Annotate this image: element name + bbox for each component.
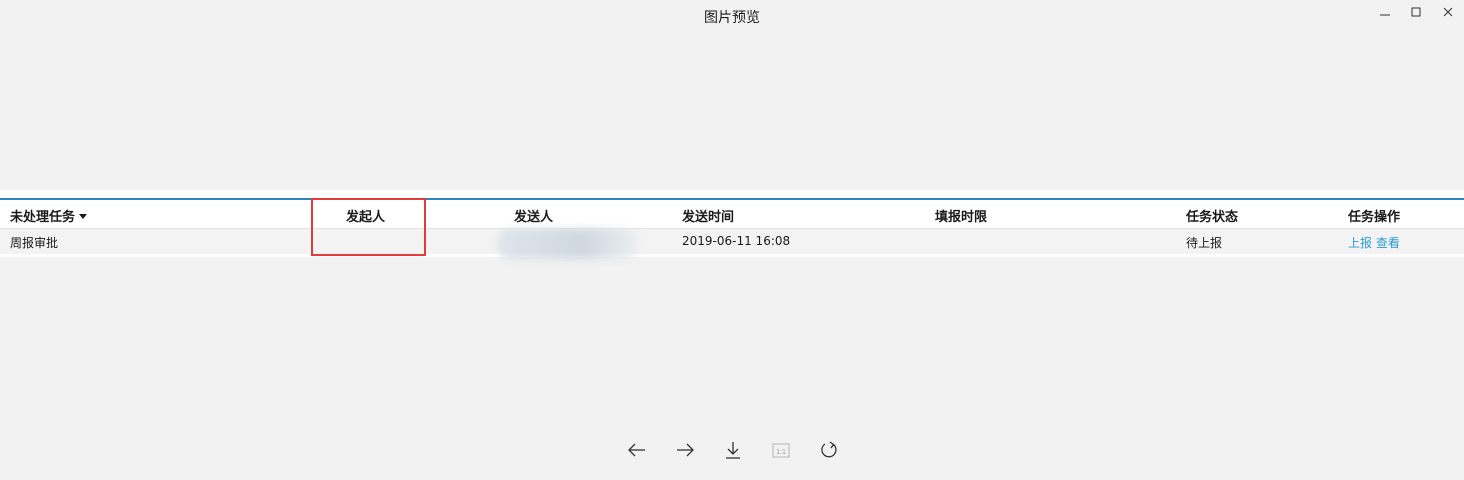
rotate-icon	[819, 440, 839, 460]
report-link[interactable]: 上报	[1348, 236, 1372, 250]
maximize-icon	[1410, 6, 1422, 18]
original-size-button[interactable]: 1:1	[769, 438, 793, 462]
highlight-annotation-box	[311, 198, 426, 256]
cell-send-time: 2019-06-11 16:08	[682, 234, 791, 248]
header-send-time: 发送时间	[682, 210, 735, 225]
cell-task-name: 周报审批	[10, 236, 59, 250]
previous-button[interactable]	[625, 438, 649, 462]
close-button[interactable]	[1430, 0, 1464, 24]
ratio-label: 1:1	[776, 449, 786, 456]
header-task-status: 任务状态	[1186, 210, 1239, 225]
cell-status: 待上报	[1186, 236, 1223, 250]
table-header-row: 未处理任务 发起人 发送人 发送时间 填报时限 任务状态 任务操作	[0, 200, 1464, 229]
window-title: 图片预览	[704, 10, 760, 26]
header-sender: 发送人	[514, 210, 554, 225]
maximize-button[interactable]	[1398, 0, 1434, 24]
view-link[interactable]: 查看	[1376, 236, 1400, 250]
header-unprocessed-tasks: 未处理任务	[10, 206, 88, 225]
redaction-blur	[498, 229, 638, 259]
next-button[interactable]	[673, 438, 697, 462]
cell-actions: 上报 查看	[1348, 234, 1400, 251]
header-label: 未处理任务	[10, 210, 76, 225]
preview-toolbar: 1:1	[620, 438, 850, 462]
rotate-button[interactable]	[817, 438, 841, 462]
close-icon	[1442, 6, 1454, 18]
caret-down-icon	[79, 214, 88, 219]
download-button[interactable]	[721, 438, 745, 462]
original-size-icon: 1:1	[771, 440, 791, 460]
arrow-right-icon	[675, 440, 695, 460]
minimize-icon	[1379, 6, 1391, 18]
title-bar: 图片预览	[0, 0, 1464, 32]
table-row: 周报审批 2019-06-11 16:08 待上报 上报 查看	[0, 229, 1464, 254]
header-task-actions: 任务操作	[1348, 210, 1401, 225]
header-deadline: 填报时限	[935, 210, 988, 225]
task-table: 未处理任务 发起人 发送人 发送时间 填报时限 任务状态 任务操作 周报审批 2…	[0, 198, 1464, 254]
arrow-left-icon	[627, 440, 647, 460]
preview-image: 未处理任务 发起人 发送人 发送时间 填报时限 任务状态 任务操作 周报审批 2…	[0, 190, 1464, 257]
download-icon	[723, 440, 743, 460]
